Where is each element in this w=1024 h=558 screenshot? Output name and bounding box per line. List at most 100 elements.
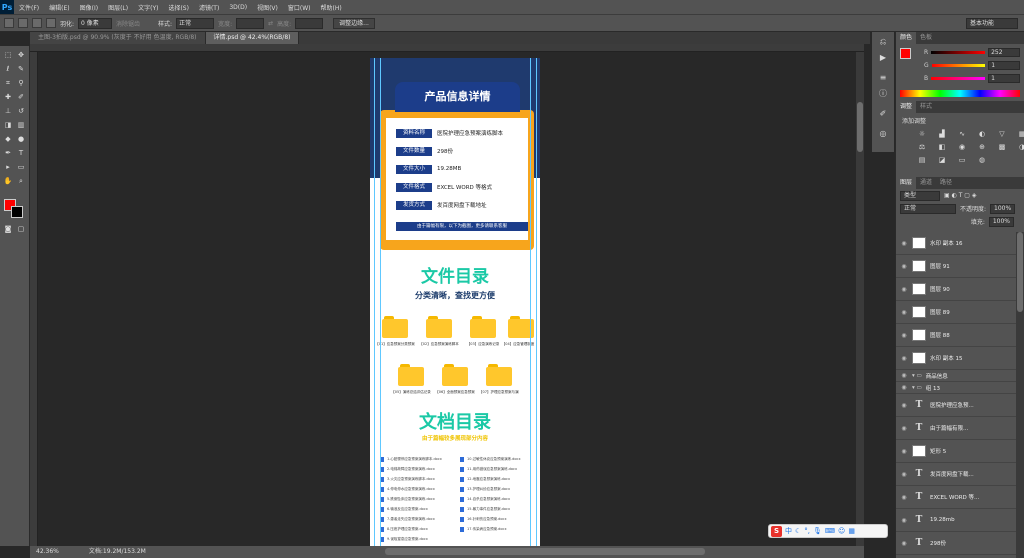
color-spectrum[interactable] — [900, 90, 1020, 97]
punctuation-icon[interactable]: °, — [804, 527, 810, 535]
visibility-eye-icon[interactable]: ◉ — [900, 448, 908, 455]
tab-color[interactable]: 颜色 — [896, 32, 917, 44]
guide-line[interactable] — [374, 58, 375, 546]
channel-value[interactable]: 252 — [988, 48, 1020, 57]
layer-row[interactable]: ◉ 图层 88 — [896, 324, 1017, 347]
eyedropper-tool-icon[interactable]: ⚲ — [15, 78, 27, 88]
levels-icon[interactable]: ▟ — [936, 130, 948, 139]
visibility-eye-icon[interactable]: ◉ — [900, 263, 908, 270]
scroll-thumb[interactable] — [857, 102, 863, 152]
visibility-eye-icon[interactable]: ◉ — [900, 425, 908, 432]
menu-file[interactable]: 文件(F) — [14, 3, 44, 12]
channel-slider[interactable] — [931, 64, 986, 67]
invert-icon[interactable]: ◑ — [1016, 143, 1024, 152]
horizontal-scrollbar[interactable] — [385, 548, 705, 555]
screen-mode-icon[interactable]: ▢ — [15, 224, 27, 234]
style-select[interactable]: 正常 — [176, 17, 215, 29]
posterize-icon[interactable]: ▤ — [916, 156, 928, 165]
properties-icon[interactable]: ≡ — [877, 72, 889, 84]
brightness-icon[interactable]: ☼ — [916, 130, 928, 139]
menu-select[interactable]: 选择(S) — [163, 3, 194, 12]
layer-row[interactable]: ◉ T 298份 — [896, 532, 1017, 555]
layer-row[interactable]: ◉ T 19.28mb — [896, 509, 1017, 532]
lasso-tool-icon[interactable]: ℓ — [2, 64, 14, 74]
visibility-eye-icon[interactable]: ◉ — [900, 240, 908, 247]
visibility-eye-icon[interactable]: ◉ — [900, 402, 908, 409]
guide-line[interactable] — [530, 58, 531, 546]
visibility-eye-icon[interactable]: ◉ — [900, 471, 908, 478]
background-color-swatch[interactable] — [11, 206, 23, 218]
visibility-eye-icon[interactable]: ◉ — [900, 517, 908, 524]
layer-row[interactable]: ◉ 水印 副本 16 — [896, 232, 1017, 255]
crop-tool-icon[interactable]: ⌗ — [2, 78, 14, 88]
layer-row[interactable]: ◉ T 发百度网盘下载... — [896, 463, 1017, 486]
opacity-input[interactable]: 100% — [990, 203, 1016, 214]
keyboard-icon[interactable]: ⌨ — [825, 527, 835, 535]
guide-line[interactable] — [380, 58, 381, 546]
width-input[interactable] — [236, 17, 265, 29]
marquee-tool-icon[interactable]: ⬚ — [2, 50, 14, 60]
channel-mixer-icon[interactable]: ⊕ — [976, 143, 988, 152]
layer-row[interactable]: ◉ ▾ ▭ 商品信息 — [896, 370, 1017, 382]
menu-filter[interactable]: 滤镜(T) — [194, 3, 224, 12]
channel-slider[interactable] — [931, 77, 986, 80]
history-icon[interactable]: ⎌ — [877, 36, 889, 48]
new-selection-icon[interactable] — [18, 18, 28, 28]
eraser-tool-icon[interactable]: ◨ — [2, 120, 14, 130]
visibility-eye-icon[interactable]: ◉ — [900, 309, 908, 316]
channel-value[interactable]: 1 — [988, 74, 1020, 83]
ime-mode[interactable]: 中 — [785, 526, 792, 536]
color-lookup-icon[interactable]: ▩ — [996, 143, 1008, 152]
quick-select-tool-icon[interactable]: ✎ — [15, 64, 27, 74]
history-brush-tool-icon[interactable]: ↺ — [15, 106, 27, 116]
move-tool-icon[interactable]: ✥ — [15, 50, 27, 60]
layer-kind-select[interactable]: 类型 — [900, 190, 940, 201]
layers-scrollbar[interactable] — [1016, 232, 1024, 558]
blur-tool-icon[interactable]: ◆ — [2, 134, 14, 144]
channel-slider[interactable] — [931, 51, 986, 54]
visibility-eye-icon[interactable]: ◉ — [900, 286, 908, 293]
scroll-thumb[interactable] — [1017, 232, 1023, 312]
filter-icons[interactable]: ▣ ◐ T ▢ ◈ — [944, 192, 976, 199]
gradient-tool-icon[interactable]: ▥ — [15, 120, 27, 130]
marquee-tool-preset-icon[interactable] — [4, 18, 14, 28]
toolbox-icon[interactable]: ▦ — [848, 527, 855, 535]
exposure-icon[interactable]: ◐ — [976, 130, 988, 139]
menu-edit[interactable]: 编辑(E) — [44, 3, 74, 12]
pen-tool-icon[interactable]: ✒ — [2, 148, 14, 158]
menu-layer[interactable]: 图层(L) — [103, 3, 133, 12]
menu-window[interactable]: 窗口(W) — [283, 3, 316, 12]
layer-row[interactable]: ◉ T 医院护理应急预... — [896, 394, 1017, 417]
actions-icon[interactable]: ▶ — [877, 52, 889, 64]
subtract-selection-icon[interactable] — [46, 18, 56, 28]
guide-line[interactable] — [536, 58, 537, 546]
threshold-icon[interactable]: ◪ — [936, 156, 948, 165]
tab-styles[interactable]: 样式 — [916, 101, 936, 113]
color-balance-icon[interactable]: ⚖ — [916, 143, 928, 152]
mic-icon[interactable]: 🎙 — [813, 527, 822, 535]
quick-mask-icon[interactable]: ◙ — [2, 224, 14, 234]
zoom-tool-icon[interactable]: ⌕ — [15, 176, 27, 186]
antialias-checkbox[interactable]: 消除锯齿 — [116, 19, 140, 28]
workspace-select[interactable]: 基本功能 — [966, 18, 1018, 29]
layer-row[interactable]: ◉ ▾ ▭ 组 13 — [896, 382, 1017, 394]
path-select-tool-icon[interactable]: ▸ — [2, 162, 14, 172]
menu-3d[interactable]: 3D(D) — [224, 4, 252, 11]
curves-icon[interactable]: ∿ — [956, 130, 968, 139]
refine-edge-button[interactable]: 调整边缘... — [333, 17, 375, 29]
visibility-eye-icon[interactable]: ◉ — [900, 332, 908, 339]
fg-color-chip[interactable] — [900, 48, 911, 59]
zoom-level[interactable]: 42.36% — [36, 546, 59, 558]
type-tool-icon[interactable]: T — [15, 148, 27, 158]
tab-layers[interactable]: 图层 — [896, 177, 917, 189]
fill-input[interactable]: 100% — [988, 216, 1014, 227]
layer-row[interactable]: ◉ T EXCEL WORD 等... — [896, 486, 1017, 509]
layer-row[interactable]: ◉ 图层 89 — [896, 301, 1017, 324]
brush-tool-icon[interactable]: ✐ — [15, 92, 27, 102]
tab-main-image[interactable]: 主图-3拍版.psd @ 90.9% (灰度于 不好用 色温度, RGB/8) — [30, 32, 206, 44]
clone-stamp-tool-icon[interactable]: ⊥ — [2, 106, 14, 116]
visibility-eye-icon[interactable]: ◉ — [900, 355, 908, 362]
layer-row[interactable]: ◉ 矩形 5 — [896, 440, 1017, 463]
layer-row[interactable]: ◉ 图层 91 — [896, 255, 1017, 278]
menu-image[interactable]: 图像(I) — [75, 3, 103, 12]
